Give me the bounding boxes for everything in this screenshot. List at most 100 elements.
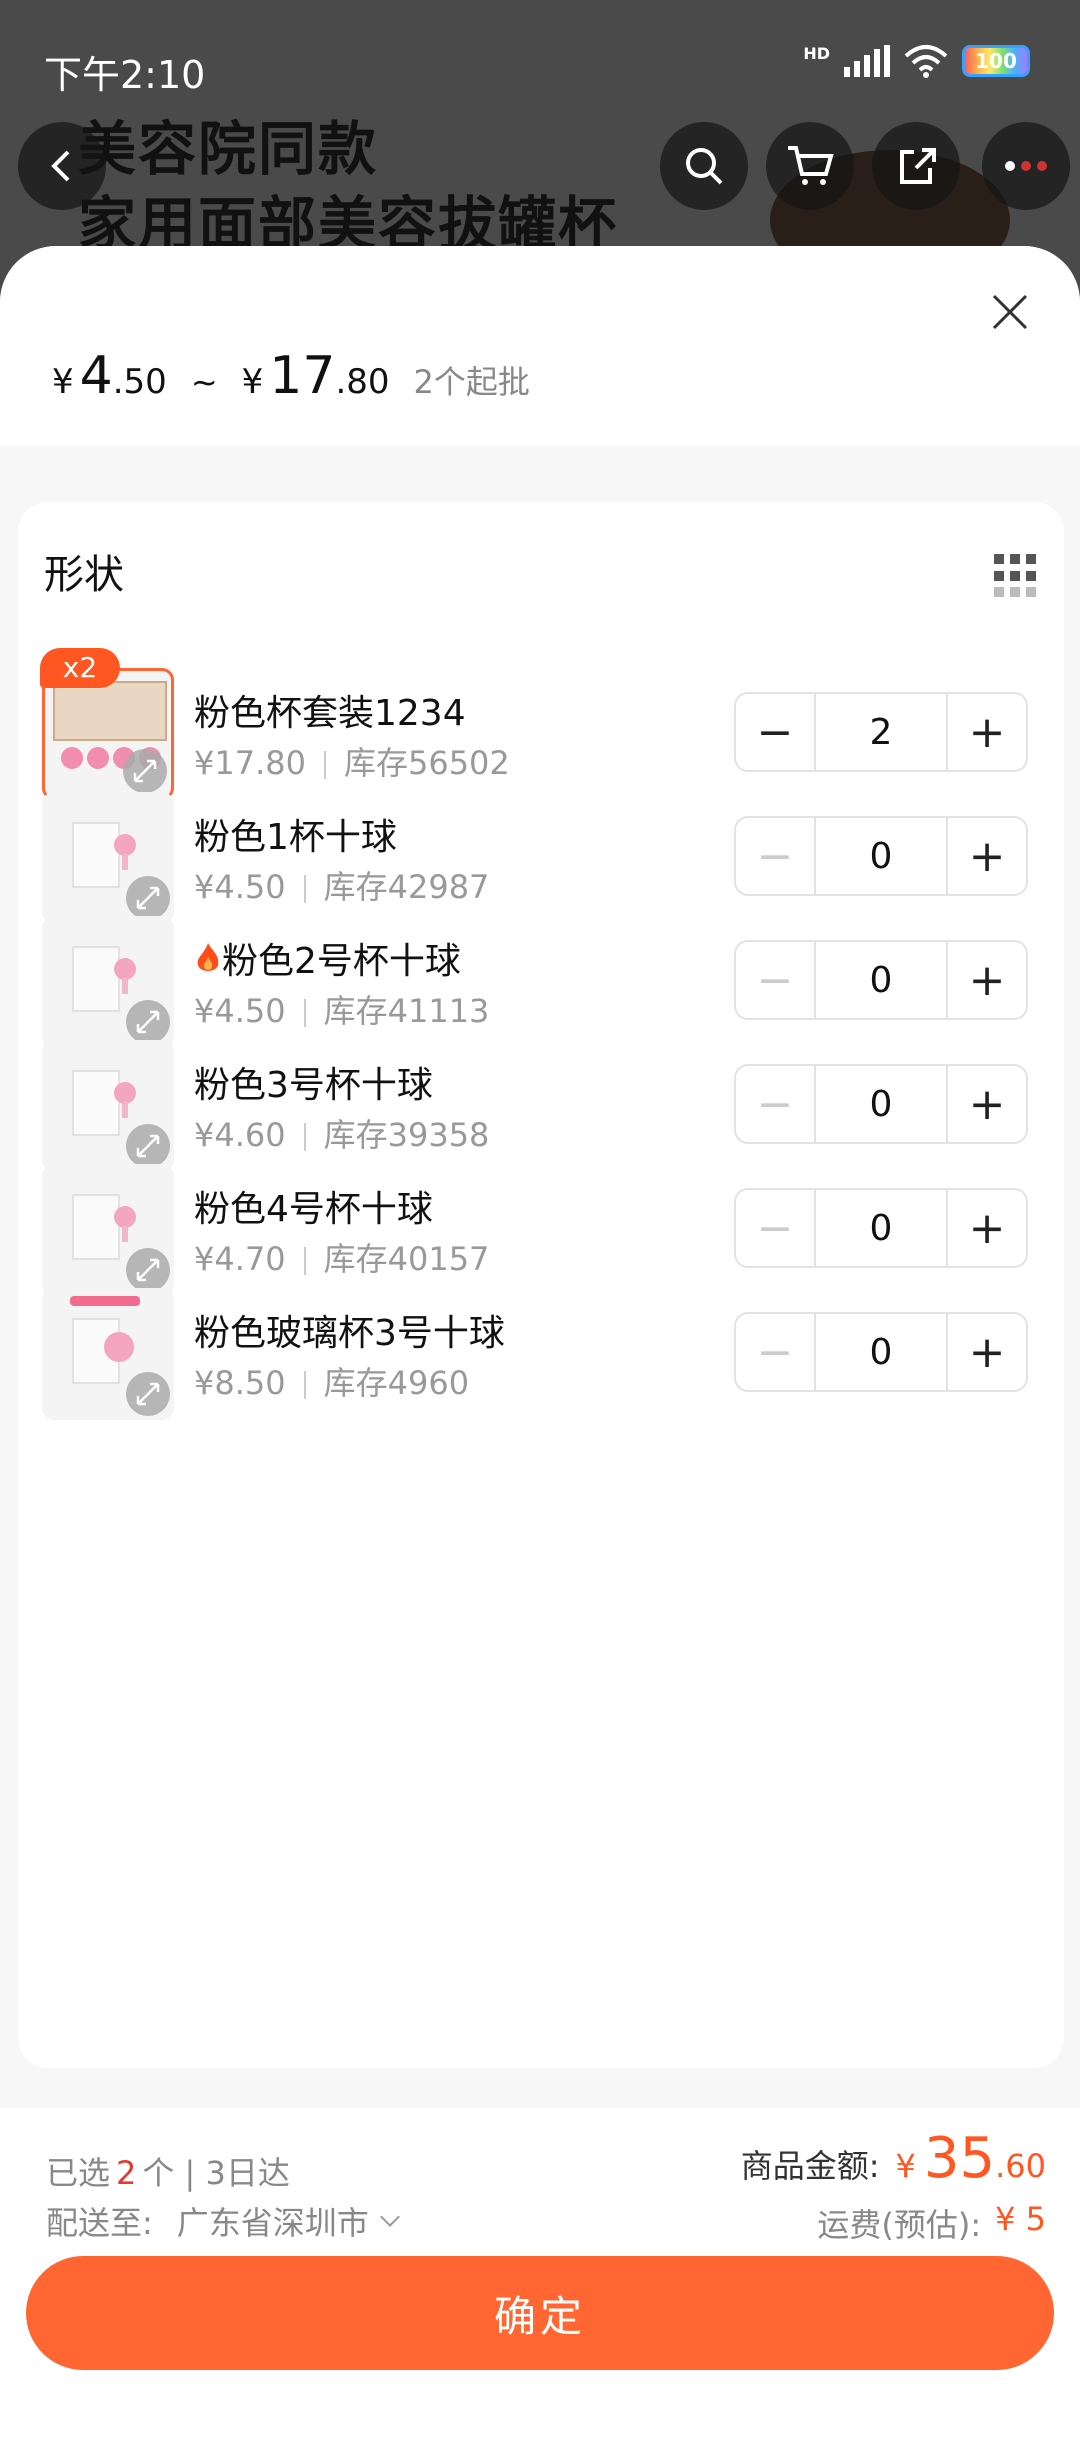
back-button[interactable] — [18, 122, 106, 210]
variant-meta: ¥4.60 库存39358 — [194, 1110, 489, 1156]
decrement-button[interactable]: − — [736, 1314, 814, 1390]
list-item[interactable]: x2 粉色杯套装1234 ¥17.80 库存56502 − 2 + — [40, 648, 1042, 804]
min-batch-label: 2个起批 — [413, 363, 530, 401]
status-time: 下午2:10 — [44, 53, 206, 97]
price-range: ¥ 4 .50 ~ ¥ 17 .80 2个起批 — [52, 346, 530, 406]
variant-thumbnail[interactable] — [42, 792, 174, 924]
variant-price: ¥4.50 — [194, 868, 286, 906]
currency-symbol: ¥ — [241, 362, 264, 402]
cart-button[interactable] — [766, 122, 854, 210]
increment-button[interactable]: + — [948, 694, 1026, 770]
product-ball-image — [114, 1206, 136, 1228]
list-item[interactable]: 粉色玻璃杯3号十球 ¥8.50 库存4960 − 0 + — [42, 1288, 1042, 1424]
variant-thumbnail[interactable] — [42, 1288, 174, 1420]
amount-dec: .60 — [995, 2147, 1046, 2185]
product-box-image — [72, 1194, 120, 1260]
list-item[interactable]: 粉色1杯十球 ¥4.50 库存42987 − 0 + — [42, 792, 1042, 928]
increment-button[interactable]: + — [948, 1066, 1026, 1142]
decrement-button[interactable]: − — [736, 694, 814, 770]
hot-flame-icon — [197, 943, 219, 971]
expand-image-button[interactable] — [126, 1124, 170, 1168]
search-icon — [686, 148, 723, 185]
product-cup-image — [122, 978, 128, 994]
more-button[interactable] — [982, 122, 1070, 210]
variant-thumbnail[interactable] — [42, 1164, 174, 1296]
share-button[interactable] — [872, 122, 960, 210]
decrement-button[interactable]: − — [736, 818, 814, 894]
selected-suffix: 个 | 3日达 — [142, 2154, 290, 2192]
increment-button[interactable]: + — [948, 1190, 1026, 1266]
sheet-header: ¥ 4 .50 ~ ¥ 17 .80 2个起批 — [0, 246, 1080, 446]
min-price-dec: .50 — [112, 362, 167, 402]
currency-symbol: ¥ — [52, 362, 74, 402]
variant-thumbnail[interactable] — [42, 1040, 174, 1172]
amount-label: 商品金额: — [740, 2147, 880, 2185]
quantity-stepper: − 0 + — [734, 1312, 1028, 1392]
list-item[interactable]: 粉色4号杯十球 ¥4.70 库存40157 − 0 + — [42, 1164, 1042, 1300]
product-cup-image — [122, 854, 128, 870]
expand-image-button[interactable] — [123, 749, 167, 793]
status-bar: 下午2:10 HD 100 — [0, 0, 1080, 130]
product-box-image — [72, 946, 120, 1012]
variant-stock: 库存4960 — [323, 1364, 470, 1402]
expand-image-button[interactable] — [126, 1000, 170, 1044]
expand-image-button[interactable] — [126, 876, 170, 920]
quantity-value[interactable]: 2 — [814, 694, 948, 770]
quantity-value[interactable]: 0 — [814, 1190, 948, 1266]
variant-meta: ¥4.50 库存41113 — [194, 986, 489, 1032]
grid-view-icon[interactable] — [994, 554, 1038, 598]
variant-stock: 库存42987 — [323, 868, 490, 906]
chevron-left-icon — [51, 150, 70, 182]
increment-button[interactable]: + — [948, 942, 1026, 1018]
amount-int: 35 — [923, 2126, 996, 2191]
signal-icon — [844, 45, 890, 77]
search-button[interactable] — [660, 122, 748, 210]
more-icon — [1005, 161, 1047, 171]
close-icon[interactable] — [988, 290, 1032, 334]
chevron-down-icon — [379, 2207, 400, 2227]
variant-name: 粉色2号杯十球 — [222, 941, 461, 982]
selected-count: 2 — [116, 2154, 137, 2192]
product-box-image — [72, 1070, 120, 1136]
variant-price: ¥4.50 — [194, 992, 286, 1030]
variant-name: 粉色3号杯十球 — [194, 1065, 433, 1106]
variant-stock: 库存41113 — [323, 992, 490, 1030]
decrement-button[interactable]: − — [736, 942, 814, 1018]
increment-button[interactable]: + — [948, 1314, 1026, 1390]
quantity-value[interactable]: 0 — [814, 1066, 948, 1142]
variant-name-row: 粉色2号杯十球 — [194, 932, 461, 984]
quantity-value[interactable]: 0 — [814, 1314, 948, 1390]
product-box-image — [53, 681, 167, 741]
variant-price: ¥4.60 — [194, 1116, 286, 1154]
variant-meta: ¥8.50 库存4960 — [194, 1358, 469, 1404]
variant-thumbnail[interactable] — [42, 916, 174, 1048]
product-ball-image — [104, 1332, 134, 1362]
checkout-footer: 已选 2 个 | 3日达 配送至: 广东省深圳市 商品金额: ¥ 35 .60 运费… — [0, 2108, 1080, 2460]
variant-name: 粉色1杯十球 — [194, 817, 397, 858]
ship-address: 广东省深圳市 — [176, 2204, 369, 2242]
shipping-address-selector[interactable]: 配送至: 广东省深圳市 — [46, 2198, 400, 2244]
expand-image-button[interactable] — [126, 1372, 170, 1416]
quantity-value[interactable]: 0 — [814, 818, 948, 894]
variant-name: 粉色杯套装1234 — [194, 693, 466, 734]
list-item[interactable]: 粉色2号杯十球 ¥4.50 库存41113 − 0 + — [42, 916, 1042, 1052]
goods-amount: 商品金额: ¥ 35 .60 — [741, 2126, 1046, 2191]
variant-stock: 库存56502 — [343, 744, 510, 782]
decrement-button[interactable]: − — [736, 1190, 814, 1266]
quantity-stepper: − 2 + — [734, 692, 1028, 772]
quantity-value[interactable]: 0 — [814, 942, 948, 1018]
variant-stock: 库存39358 — [323, 1116, 490, 1154]
max-price-dec: .80 — [335, 362, 390, 402]
list-item[interactable]: 粉色3号杯十球 ¥4.60 库存39358 − 0 + — [42, 1040, 1042, 1176]
product-box-image — [72, 822, 120, 888]
variant-name: 粉色玻璃杯3号十球 — [194, 1313, 505, 1354]
confirm-button[interactable]: 确定 — [26, 2256, 1054, 2370]
expand-image-button[interactable] — [126, 1248, 170, 1292]
wifi-icon — [904, 45, 948, 78]
increment-button[interactable]: + — [948, 818, 1026, 894]
decrement-button[interactable]: − — [736, 1066, 814, 1142]
price-separator: ~ — [190, 363, 218, 401]
variant-name: 粉色4号杯十球 — [194, 1189, 433, 1230]
product-title-line2: 家用面部美容拔罐杯 — [78, 190, 619, 258]
freight-label: 运费(预估): — [817, 2206, 982, 2244]
